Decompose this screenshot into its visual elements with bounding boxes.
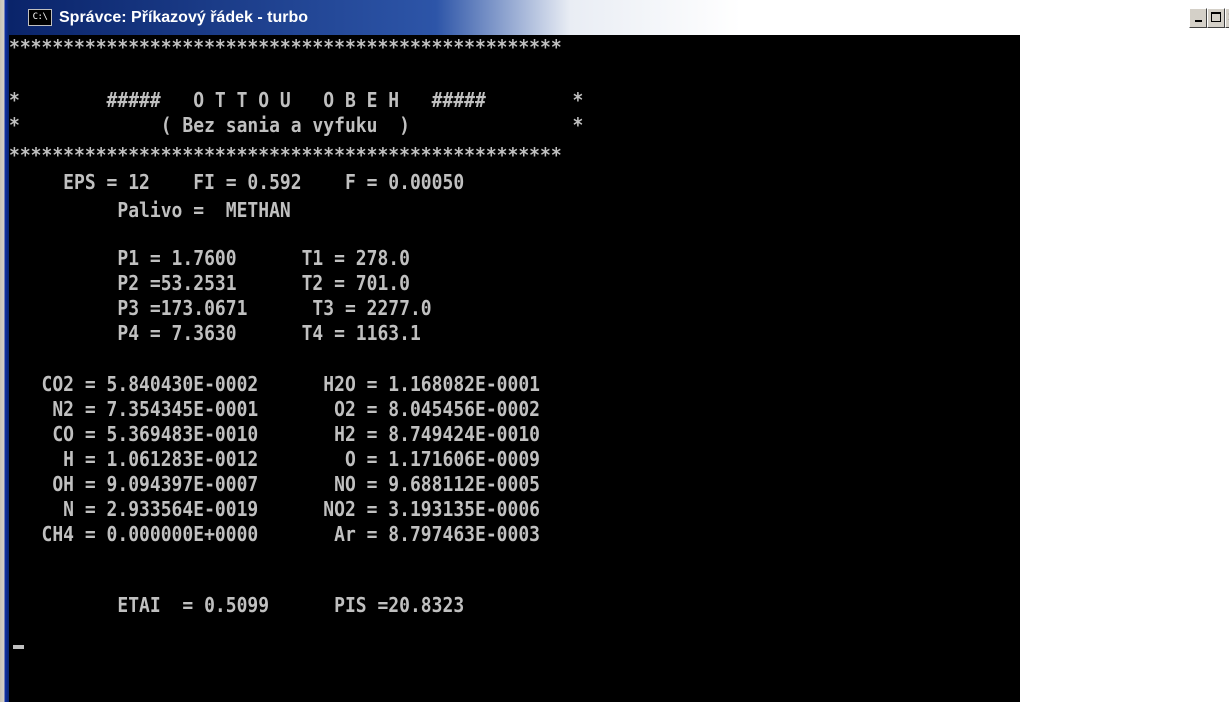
window-border bbox=[0, 0, 9, 702]
maximize-icon bbox=[1211, 12, 1221, 22]
cmd-app-icon[interactable]: C:\ bbox=[28, 9, 52, 26]
title-bar[interactable]: C:\ Správce: Příkazový řádek - turbo × bbox=[9, 0, 1229, 35]
text-cursor bbox=[13, 645, 24, 649]
console-line-parameters: EPS = 12 FI = 0.592 F = 0.00050 bbox=[9, 170, 465, 195]
console-output[interactable]: ****************************************… bbox=[9, 35, 1020, 702]
console-line-state-3: P3 =173.0671 T3 = 2277.0 bbox=[9, 296, 432, 321]
console-line-species: CH4 = 0.000000E+0000 Ar = 8.797463E-0003 bbox=[9, 522, 541, 547]
console-line-state-1: P1 = 1.7600 T1 = 278.0 bbox=[9, 246, 410, 271]
maximize-button[interactable] bbox=[1207, 8, 1225, 28]
console-line-subtitle: * ( Bez sania a vyfuku ) * bbox=[9, 113, 584, 138]
window-title: Správce: Příkazový řádek - turbo bbox=[59, 9, 308, 26]
console-line-state-4: P4 = 7.3630 T4 = 1163.1 bbox=[9, 321, 421, 346]
console-line-species: N2 = 7.354345E-0001 O2 = 8.045456E-0002 bbox=[9, 397, 541, 422]
close-button[interactable]: × bbox=[1225, 8, 1229, 28]
console-line-border-top: ****************************************… bbox=[9, 35, 562, 60]
minimize-icon bbox=[1194, 20, 1202, 22]
console-line-species: CO2 = 5.840430E-0002 H2O = 1.168082E-000… bbox=[9, 372, 541, 397]
console-line-species: CO = 5.369483E-0010 H2 = 8.749424E-0010 bbox=[9, 422, 541, 447]
console-line-species: OH = 9.094397E-0007 NO = 9.688112E-0005 bbox=[9, 472, 541, 497]
console-line-program-title: * ##### O T T O U O B E H ##### * bbox=[9, 88, 584, 113]
minimize-button[interactable] bbox=[1189, 8, 1207, 28]
console-line-results: ETAI = 0.5099 PIS =20.8323 bbox=[9, 593, 465, 618]
console-line-border-bottom: ****************************************… bbox=[9, 143, 562, 168]
console-line-species: N = 2.933564E-0019 NO2 = 3.193135E-0006 bbox=[9, 497, 541, 522]
console-line-fuel: Palivo = METHAN bbox=[9, 198, 291, 223]
console-line-state-2: P2 =53.2531 T2 = 701.0 bbox=[9, 271, 410, 296]
console-line-species: H = 1.061283E-0012 O = 1.171606E-0009 bbox=[9, 447, 541, 472]
console-window: C:\ Správce: Příkazový řádek - turbo × *… bbox=[0, 0, 1229, 702]
